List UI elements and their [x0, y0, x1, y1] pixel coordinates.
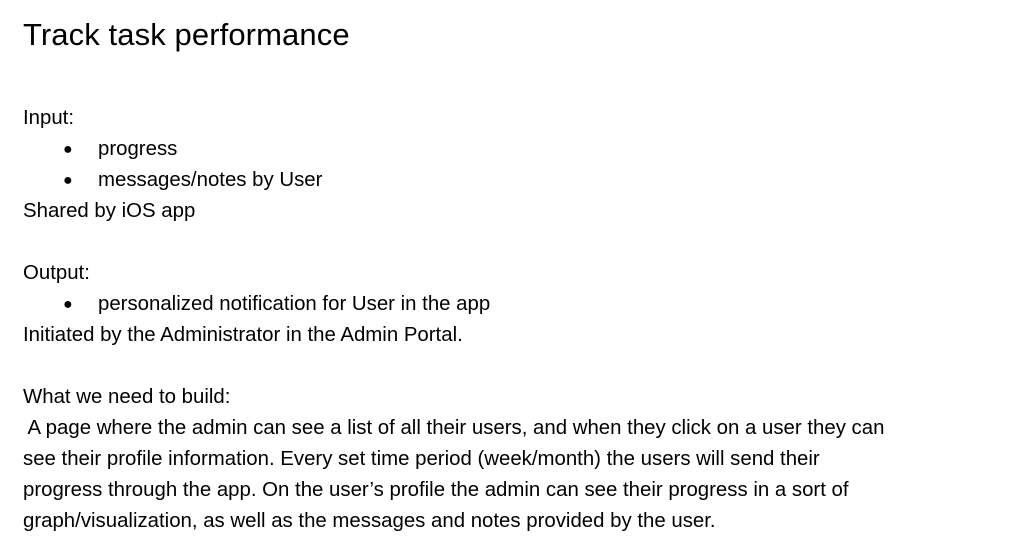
input-note: Shared by iOS app — [23, 200, 196, 222]
input-list: ● progress ● messages/notes by User — [23, 134, 1021, 196]
list-item: ● messages/notes by User — [61, 165, 1021, 196]
list-item: ● personalized notification for User in … — [61, 289, 1021, 320]
input-label: Input: — [23, 107, 75, 129]
bullet-icon: ● — [63, 296, 73, 313]
bullet-icon: ● — [63, 172, 73, 189]
document-page: Track task performance Input: ● progress… — [0, 0, 1021, 559]
input-section: Input: ● progress ● messages/notes by Us… — [23, 103, 1021, 227]
list-item-text: personalized notification for User in th… — [98, 293, 491, 315]
list-item-text: messages/notes by User — [98, 169, 323, 191]
list-item-text: progress — [98, 138, 178, 160]
output-note: Initiated by the Administrator in the Ad… — [23, 324, 463, 346]
build-paragraph-line: see their profile information. Every set… — [23, 448, 820, 470]
build-paragraph-line: progress through the app. On the user’s … — [23, 479, 849, 501]
output-section: Output: ● personalized notification for … — [23, 258, 1021, 351]
build-paragraph-line: graph/visualization, as well as the mess… — [23, 510, 716, 532]
bullet-icon: ● — [63, 141, 73, 158]
build-label: What we need to build: — [23, 386, 231, 408]
document-title: Track task performance — [23, 17, 350, 52]
build-paragraph-line: A page where the admin can see a list of… — [23, 417, 885, 439]
build-section: What we need to build: A page where the … — [23, 382, 1021, 537]
list-item: ● progress — [61, 134, 1021, 165]
output-list: ● personalized notification for User in … — [23, 289, 1021, 320]
output-label: Output: — [23, 262, 90, 284]
